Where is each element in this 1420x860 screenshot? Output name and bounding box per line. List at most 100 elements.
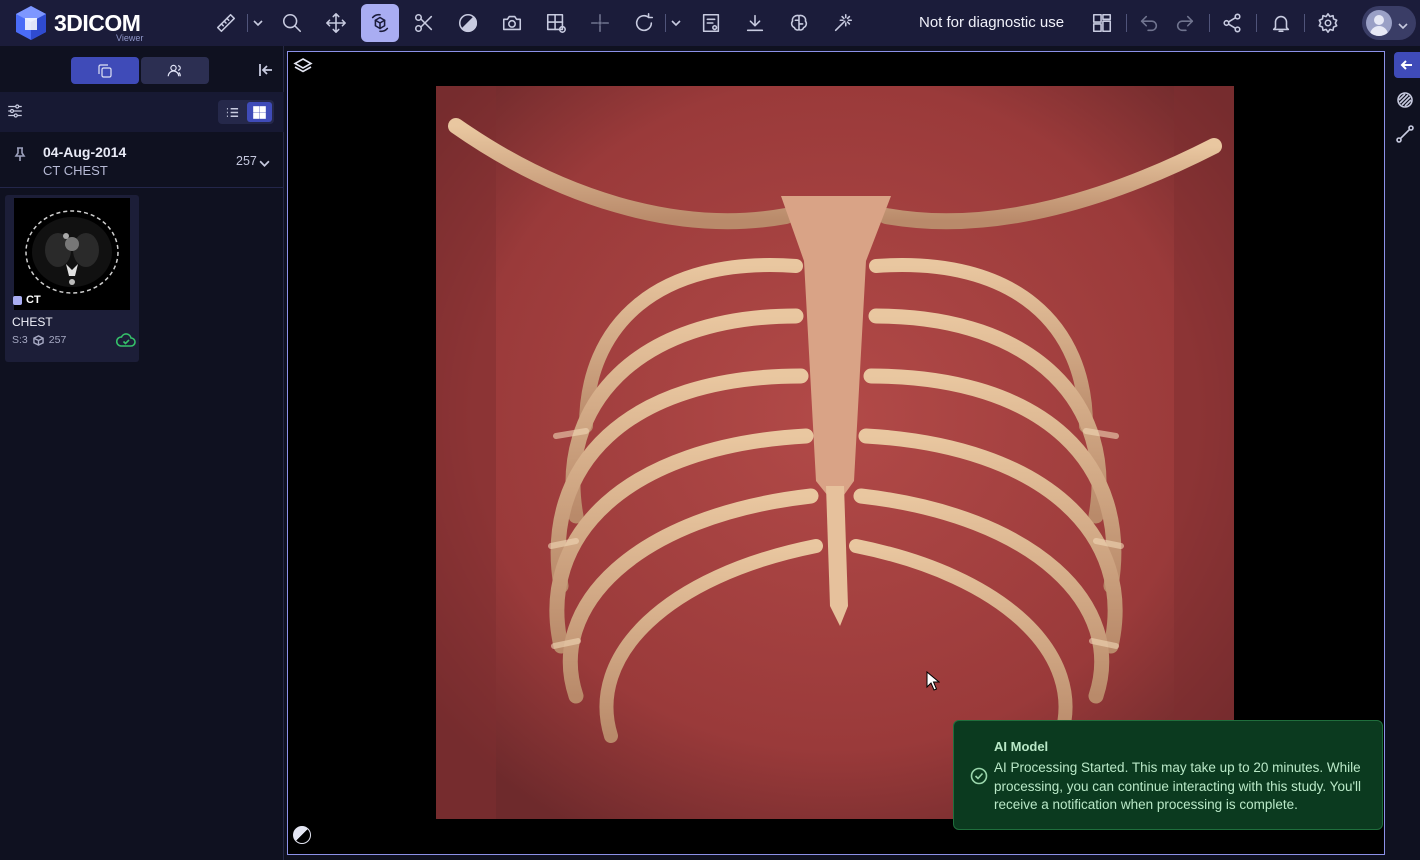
toolbar-separator: [1209, 14, 1210, 32]
toast-message: AI Processing Started. This may take up …: [994, 760, 1362, 812]
chevron-down-icon: [1398, 18, 1408, 30]
zoom-button[interactable]: [273, 4, 311, 42]
measure-icon: [216, 13, 236, 33]
grid-view-button[interactable]: [247, 102, 272, 122]
study-image-count: 257: [236, 154, 257, 168]
layout-grid-button[interactable]: [1083, 4, 1121, 42]
user-menu[interactable]: [1362, 6, 1416, 40]
undo-icon: [1140, 15, 1158, 32]
window-level-icon: [458, 13, 478, 33]
cloud-synced-icon: [115, 333, 136, 347]
magic-wand-button[interactable]: [824, 4, 862, 42]
share-button[interactable]: [1213, 4, 1251, 42]
measure-button[interactable]: [207, 4, 245, 42]
layers-button[interactable]: [293, 57, 315, 79]
chevron-down-icon: [671, 20, 681, 27]
volume-render-image: [436, 86, 1234, 819]
right-rail: [1388, 46, 1420, 860]
mouse-cursor-icon: [926, 671, 940, 691]
toast-title: AI Model: [994, 739, 1049, 754]
hatch-circle-icon: [1397, 92, 1413, 108]
arrow-left-icon: [1400, 60, 1412, 70]
reset-button[interactable]: [625, 4, 663, 42]
series-image-count: 257: [48, 334, 67, 346]
toolbar-separator: [1256, 14, 1257, 32]
grid-icon: [253, 105, 266, 119]
series-card[interactable]: CT CHEST S:3 257: [5, 195, 139, 362]
series-number: S:3: [12, 334, 28, 346]
toolbar-separator: [247, 14, 248, 32]
toolbar-separator: [1304, 14, 1305, 32]
list-icon: [226, 107, 239, 117]
line-tool-button[interactable]: [1394, 123, 1416, 145]
settings-button[interactable]: [1309, 4, 1347, 42]
tab-series[interactable]: [71, 57, 139, 84]
app-logo[interactable]: 3DICOM Viewer: [14, 4, 154, 44]
ai-brain-button[interactable]: [780, 4, 818, 42]
scissors-icon: [414, 13, 433, 33]
notifications-button[interactable]: [1262, 4, 1300, 42]
filter-bar: [0, 92, 284, 132]
chevron-down-icon[interactable]: [259, 156, 270, 167]
series-sidebar: 04-Aug-2014 CT CHEST 257 CT CHEST S:3 25…: [0, 46, 284, 860]
reset-icon: [635, 13, 654, 32]
measure-dropdown[interactable]: [253, 15, 263, 31]
redo-button[interactable]: [1166, 4, 1204, 42]
cube-icon: [32, 334, 44, 346]
sliders-icon: [8, 104, 22, 118]
avatar: [1366, 10, 1392, 36]
view-mode-toggle: [218, 100, 274, 124]
scissors-button[interactable]: [405, 4, 443, 42]
study-description: CT CHEST: [43, 163, 108, 178]
ai-processing-toast[interactable]: AI Model AI Processing Started. This may…: [953, 720, 1383, 830]
tab-patients[interactable]: [141, 57, 209, 84]
undo-button[interactable]: [1130, 4, 1168, 42]
zoom-icon: [282, 13, 302, 33]
layout-settings-icon: [546, 13, 566, 33]
logo-mark-icon: [16, 6, 46, 40]
download-icon: [746, 14, 764, 32]
study-date: 04-Aug-2014: [43, 144, 127, 160]
rotate-3d-button[interactable]: [361, 4, 399, 42]
layers-icon: [293, 58, 313, 73]
study-header[interactable]: 04-Aug-2014 CT CHEST 257: [0, 132, 284, 188]
texture-button[interactable]: [1394, 89, 1416, 111]
magic-wand-icon: [834, 13, 853, 32]
chevron-down-icon: [253, 20, 263, 27]
modality-badge: CT: [13, 294, 41, 306]
bell-icon: [1272, 15, 1290, 33]
list-view-button[interactable]: [220, 102, 245, 122]
contrast-toggle-icon[interactable]: [293, 826, 311, 844]
logo-subtitle: Viewer: [116, 33, 144, 43]
filter-button[interactable]: [6, 102, 26, 122]
window-level-button[interactable]: [449, 4, 487, 42]
modality-color-swatch: [13, 295, 22, 305]
download-button[interactable]: [736, 4, 774, 42]
report-button[interactable]: [692, 4, 730, 42]
layout-grid-icon: [1092, 13, 1112, 33]
rotate-3d-icon: [371, 13, 389, 33]
series-meta: S:3 257: [12, 334, 66, 346]
expand-right-panel-button[interactable]: [1394, 52, 1420, 78]
crosshair-icon: [590, 13, 610, 33]
crosshair-button[interactable]: [581, 4, 619, 42]
gear-icon: [1318, 13, 1338, 33]
collapse-sidebar-button[interactable]: [256, 60, 276, 80]
reset-dropdown[interactable]: [671, 15, 681, 31]
snapshot-button[interactable]: [493, 4, 531, 42]
series-name: CHEST: [12, 315, 53, 329]
pan-button[interactable]: [317, 4, 355, 42]
toolbar-separator: [1126, 14, 1127, 32]
collapse-left-icon: [259, 64, 272, 76]
brain-ai-icon: [790, 14, 808, 31]
toolbar-separator: [665, 14, 666, 32]
pin-icon[interactable]: [12, 146, 28, 164]
layout-settings-button[interactable]: [537, 4, 575, 42]
modality-label: CT: [26, 294, 41, 306]
top-toolbar: 3DICOM Viewer Not for diagnostic use: [0, 0, 1420, 46]
copy-icon: [98, 63, 112, 78]
camera-icon: [502, 15, 522, 31]
redo-icon: [1176, 15, 1194, 32]
pan-icon: [326, 13, 346, 33]
line-segment-icon: [1396, 125, 1414, 143]
